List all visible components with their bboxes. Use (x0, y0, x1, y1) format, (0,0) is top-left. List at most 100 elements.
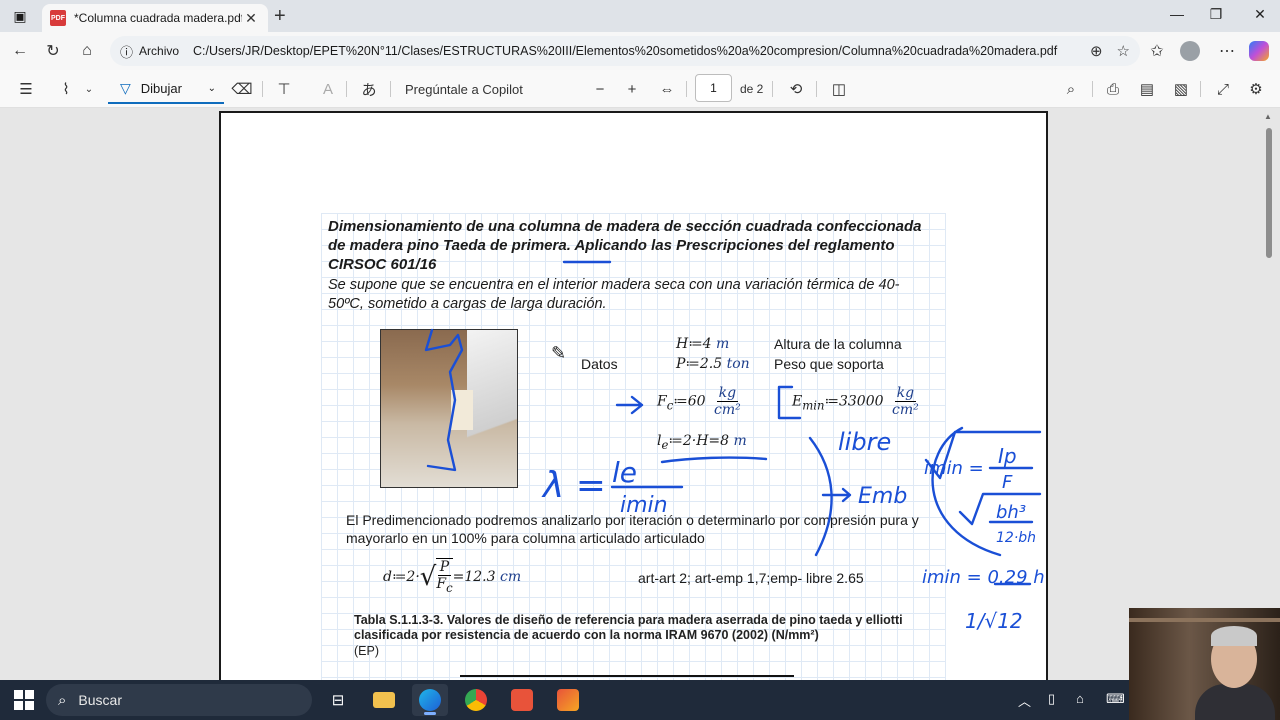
d-den: F (436, 576, 447, 592)
webcam-overlay (1129, 608, 1280, 720)
highlight-icon[interactable]: ⌇ (56, 78, 76, 100)
more-options-icon[interactable]: ⋯ (1216, 40, 1238, 62)
eraser-icon[interactable]: ⌫ (231, 78, 252, 100)
le-formula: le≔2·H=8 m (657, 433, 747, 452)
edge-icon[interactable] (412, 684, 448, 716)
chevron-down-icon[interactable]: ⌄ (82, 78, 96, 100)
tray-device-icon[interactable]: ▯ (1048, 691, 1055, 707)
document-heading: Dimensionamiento de una columna de mader… (328, 218, 922, 273)
favorites-icon[interactable]: ✩ (1146, 40, 1168, 62)
taskbar: ⌕ Buscar ⊟ ︿ ▯ ⌂ ⌨ (0, 680, 1129, 720)
divider (346, 81, 347, 97)
presenter-body (1195, 684, 1275, 720)
divider (390, 81, 391, 97)
scroll-up-icon[interactable]: ▲ (1264, 112, 1272, 121)
favorite-star-icon[interactable]: ☆ (1117, 42, 1130, 60)
d-den-group: Fc (436, 576, 452, 596)
chevron-down-icon: ⌄ (207, 82, 216, 94)
d-fraction: P Fc (436, 558, 453, 596)
app-red-icon[interactable] (504, 684, 540, 716)
info-icon[interactable]: ⓘ (120, 42, 133, 61)
contents-icon[interactable]: ☰ (16, 78, 36, 100)
copilot-icon[interactable] (1249, 41, 1269, 61)
close-window-icon[interactable]: ✕ (1248, 6, 1272, 26)
copilot-ask-button[interactable]: Pregúntale a Copilot (405, 78, 523, 100)
maximize-icon[interactable]: ❐ (1204, 6, 1228, 26)
table-title: Tabla S.1.1.3-3. Valores de diseño de re… (354, 613, 903, 642)
diameter-formula: d≔2·√ P Fc =12.3 cm (383, 558, 521, 596)
vertical-scrollbar[interactable]: ▲ (1264, 110, 1274, 680)
column-photo (380, 329, 518, 488)
save-icon[interactable]: ▤ (1136, 78, 1158, 100)
back-icon[interactable]: ← (9, 40, 31, 62)
d-unit: cm (499, 568, 522, 585)
page-number-input[interactable]: 1 (695, 74, 732, 102)
fit-page-icon[interactable]: ⇔ (656, 78, 678, 100)
app-drawing-icon[interactable] (550, 684, 586, 716)
tab-bar: ▣ PDF *Columna cuadrada madera.pdf ✕ + —… (0, 0, 1280, 32)
pdf-icon: PDF (50, 10, 66, 26)
settings-gear-icon[interactable]: ⚙ (1245, 78, 1267, 100)
emin-sub: min (802, 398, 825, 413)
zoom-icon[interactable]: ⊕ (1090, 42, 1103, 60)
task-view-icon[interactable]: ⊟ (320, 684, 356, 716)
fc-num: kg (716, 385, 739, 402)
emin-lhs: E (792, 393, 803, 410)
url-text[interactable]: C:/Users/JR/Desktop/EPET%20N°11/Clases/E… (193, 44, 1076, 58)
fc-fraction: kg cm² (714, 385, 741, 418)
tab-pdf[interactable]: PDF *Columna cuadrada madera.pdf ✕ (42, 4, 268, 32)
page-total: de 2 (740, 82, 764, 96)
tray-network-icon[interactable]: ⌂ (1076, 691, 1084, 706)
d-eq: d≔2· (383, 568, 420, 585)
scrollbar-thumb[interactable] (1266, 128, 1272, 258)
pdf-page: Dimensionamiento de una columna de mader… (219, 111, 1048, 691)
window-shape (451, 390, 473, 430)
emin-num: kg (894, 385, 917, 402)
windows-start-icon[interactable] (14, 690, 34, 710)
support-coefficients-note: art-art 2; art-emp 1,7;emp- libre 2.65 (638, 570, 864, 586)
height-description: Altura de la columna (774, 336, 902, 352)
divider (772, 81, 773, 97)
refresh-icon[interactable]: ↻ (42, 40, 64, 62)
zoom-out-icon[interactable]: − (590, 78, 610, 100)
tray-keyboard-icon[interactable]: ⌨ (1106, 691, 1125, 707)
staircase-shape (467, 330, 517, 487)
d-num: P (437, 559, 452, 576)
chrome-icon[interactable] (458, 684, 494, 716)
file-explorer-icon[interactable] (366, 684, 402, 716)
pdf-toolbar: ☰ ⌇ ⌄ ▽ Dibujar ⌄ ⌫ ⊤ A あ Pregúntale a C… (0, 70, 1280, 108)
load-eq: P≔2.5 (676, 356, 727, 372)
presenter-hair (1211, 626, 1257, 646)
height-unit: m (716, 336, 730, 352)
address-bar[interactable]: ⓘ Archivo C:/Users/JR/Desktop/EPET%20N°1… (110, 36, 1140, 66)
draw-label: Dibujar (140, 80, 182, 96)
divider (262, 81, 263, 97)
tab-title: *Columna cuadrada madera.pdf (74, 11, 242, 25)
draw-button[interactable]: ▽ Dibujar ⌄ (108, 74, 224, 104)
page-view-icon[interactable]: ◫ (828, 78, 850, 100)
emin-eq: ≔33000 (824, 393, 884, 410)
divider (686, 81, 687, 97)
text-box-icon[interactable]: ⊤ (274, 78, 294, 100)
print-icon[interactable]: ⎙ (1102, 78, 1124, 100)
profile-avatar[interactable] (1180, 41, 1200, 61)
tab-actions-icon[interactable]: ▣ (10, 6, 30, 26)
emin-den: cm² (892, 402, 919, 418)
height-eq: H≔4 (676, 336, 717, 352)
taskbar-search[interactable]: ⌕ Buscar (46, 684, 312, 716)
divider (1200, 81, 1201, 97)
divider (1092, 81, 1093, 97)
new-tab-icon[interactable]: + (274, 6, 286, 26)
zoom-in-icon[interactable]: + (622, 78, 642, 100)
address-label: Archivo (139, 44, 180, 58)
home-icon[interactable]: ⌂ (76, 40, 98, 62)
minimize-icon[interactable]: — (1165, 6, 1189, 26)
le-eq: ≔2·H=8 (668, 433, 734, 449)
read-aloud-icon[interactable]: あ (358, 78, 380, 100)
tray-chevron-up-icon[interactable]: ︿ (1018, 691, 1031, 710)
close-icon[interactable]: ✕ (242, 10, 260, 27)
fullscreen-icon[interactable]: ⤢ (1212, 78, 1234, 100)
rotate-icon[interactable]: ⟲ (785, 78, 807, 100)
search-icon[interactable]: ⌕ (1060, 78, 1082, 100)
save-as-icon[interactable]: ▧ (1170, 78, 1192, 100)
